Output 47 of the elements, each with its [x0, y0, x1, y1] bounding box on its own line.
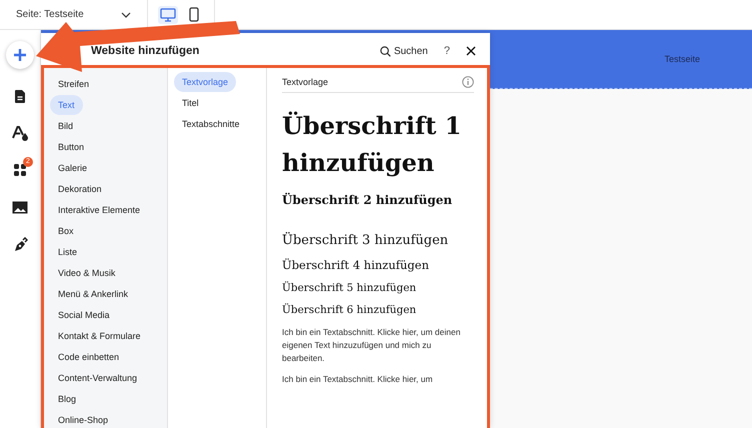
phone-icon [189, 7, 199, 22]
subcategory-item[interactable]: Textvorlage [174, 72, 236, 92]
panel-title: Website hinzufügen [91, 45, 200, 57]
paragraph-preset[interactable]: Ich bin ein Textabschnitt. Klicke hier, um deinen eigenen Text hinzuzufügen und mich zu bearbeiten. [282, 326, 474, 365]
heading-preset[interactable]: Überschrift 4 hinzufügen [282, 258, 429, 272]
category-item[interactable]: Kontakt & Formulare [50, 326, 149, 346]
category-item[interactable]: Video & Musik [50, 263, 124, 283]
font-drop-icon [12, 126, 28, 140]
help-button[interactable]: ? [444, 45, 450, 57]
category-item[interactable]: Text [50, 95, 83, 115]
category-item[interactable]: Interaktive Elemente [50, 200, 148, 220]
category-item[interactable]: Liste [50, 242, 86, 262]
heading-preset[interactable]: Überschrift 2 hinzufügen [282, 193, 452, 207]
add-button[interactable] [6, 41, 34, 69]
desktop-view-button[interactable] [158, 6, 178, 24]
heading-preset[interactable]: Überschrift 5 hinzufügen [282, 282, 416, 294]
category-item[interactable]: Content-Verwaltung [50, 368, 146, 388]
section-title: Textvorlage [282, 77, 328, 87]
category-item[interactable]: Dekoration [50, 179, 110, 199]
heading-preset[interactable]: Überschrift 6 hinzufügen [282, 304, 416, 316]
apps-icon [13, 163, 27, 177]
category-item[interactable]: Menü & Ankerlink [50, 284, 136, 304]
category-item[interactable]: Code einbetten [50, 347, 128, 367]
heading-preset[interactable]: Überschrift 1 hinzufügen [282, 107, 474, 181]
category-item[interactable]: Bild [50, 116, 82, 136]
image-icon [12, 200, 28, 214]
heading-preset[interactable]: Überschrift 3 hinzufügen [282, 233, 448, 248]
monitor-icon [160, 8, 176, 22]
info-icon[interactable] [462, 76, 474, 88]
pen-icon [12, 236, 28, 252]
search-icon [380, 46, 391, 56]
category-item[interactable]: Button [50, 137, 92, 157]
category-item[interactable]: Streifen [50, 74, 98, 94]
subcategory-item[interactable]: Textabschnitte [174, 114, 248, 134]
site-title: Testseite [664, 54, 700, 64]
category-item[interactable]: Social Media [50, 305, 118, 325]
subcategory-item[interactable]: Titel [174, 93, 207, 113]
paragraph-preset[interactable]: Ich bin ein Textabschnitt. Klicke hier, um [282, 373, 433, 386]
close-icon[interactable] [466, 46, 476, 56]
category-item[interactable]: Box [50, 221, 82, 241]
category-item[interactable]: Blog [50, 389, 84, 409]
category-item[interactable]: Online-Shop [50, 410, 116, 428]
document-icon [14, 88, 26, 104]
plus-icon [13, 48, 27, 62]
category-item[interactable]: Galerie [50, 158, 96, 178]
search-button[interactable]: Suchen [380, 46, 428, 56]
chevron-down-icon [121, 12, 131, 18]
